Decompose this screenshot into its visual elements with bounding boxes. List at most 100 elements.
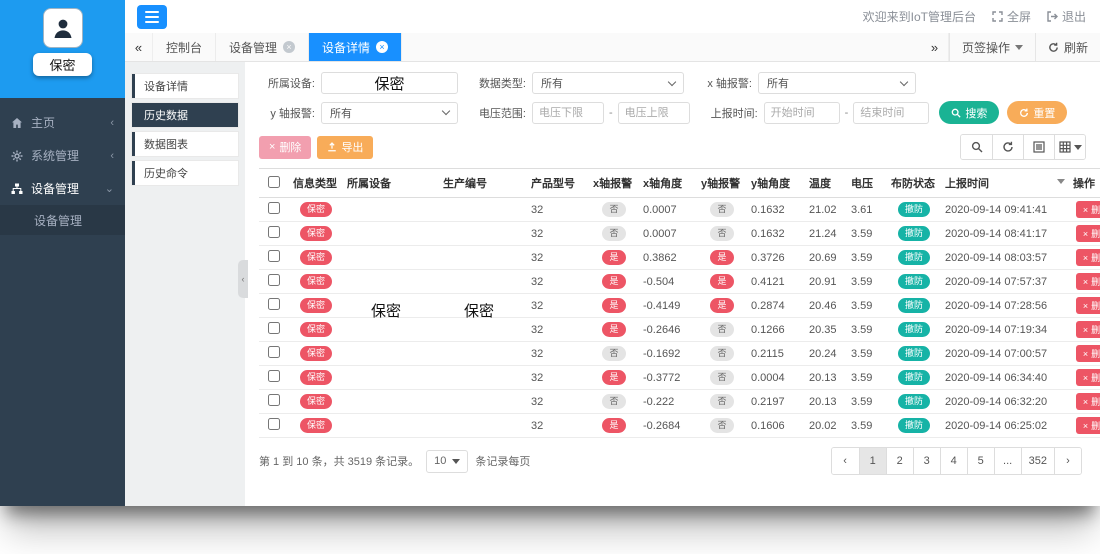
page-button[interactable]: 4	[940, 448, 967, 474]
sort-desc-icon	[1057, 179, 1065, 184]
tabs-scroll-left-button[interactable]: «	[125, 33, 153, 61]
report-time-header[interactable]: 上报时间	[941, 169, 1069, 198]
arm-status-badge: 撤防	[898, 202, 930, 217]
page-size-select[interactable]: 10	[426, 450, 468, 473]
avatar[interactable]	[43, 8, 83, 48]
row-delete-button[interactable]: ×删除	[1076, 249, 1100, 266]
row-delete-button[interactable]: ×删除	[1076, 201, 1100, 218]
next-page-button[interactable]: ›	[1054, 448, 1081, 474]
prev-page-button[interactable]: ‹	[832, 448, 859, 474]
sidebar-item-system[interactable]: 系统管理 ‹	[0, 139, 125, 172]
app-window: 保密 主页 ‹ 系统管理 ‹ 设备管理	[0, 0, 1100, 506]
export-button[interactable]: 导出	[317, 136, 373, 159]
row-checkbox[interactable]	[268, 298, 280, 310]
row-delete-button[interactable]: ×删除	[1076, 297, 1100, 314]
row-checkbox[interactable]	[268, 274, 280, 286]
refresh-tab-button[interactable]: 刷新	[1035, 33, 1100, 61]
tabs-scroll-right-button[interactable]: »	[921, 33, 949, 61]
end-time-input[interactable]	[853, 102, 929, 124]
y-angle-cell: 0.1266	[747, 318, 805, 342]
detail-subnav: 设备详情 历史数据 数据图表 历史命令	[125, 62, 245, 506]
logout-button[interactable]: 退出	[1047, 8, 1086, 25]
select-all-checkbox[interactable]	[268, 176, 280, 188]
x-alarm-badge: 是	[602, 274, 625, 289]
device-filter-input[interactable]	[321, 72, 458, 94]
person-icon	[51, 16, 75, 40]
y-angle-cell: 0.1632	[747, 222, 805, 246]
close-icon[interactable]: ×	[376, 41, 388, 53]
y-alarm-badge: 是	[710, 298, 733, 313]
device-filter-label: 所属设备:	[259, 75, 315, 91]
row-checkbox[interactable]	[268, 418, 280, 430]
row-delete-button[interactable]: ×删除	[1076, 369, 1100, 386]
report-time-label: 上报时间:	[702, 105, 758, 121]
row-delete-button[interactable]: ×删除	[1076, 273, 1100, 290]
subnav-item-history-command[interactable]: 历史命令	[132, 161, 238, 185]
start-time-input[interactable]	[764, 102, 840, 124]
row-delete-button[interactable]: ×删除	[1076, 225, 1100, 242]
page-button[interactable]: 1	[859, 448, 886, 474]
voltage-max-input[interactable]	[618, 102, 690, 124]
close-icon[interactable]: ×	[283, 41, 295, 53]
tab-console[interactable]: 控制台	[153, 33, 216, 61]
arm-status-badge: 撤防	[898, 226, 930, 241]
row-checkbox[interactable]	[268, 346, 280, 358]
device-cell	[343, 366, 439, 390]
device-cell	[343, 222, 439, 246]
temperature-cell: 20.35	[805, 318, 847, 342]
row-delete-button[interactable]: ×删除	[1076, 321, 1100, 338]
fullscreen-button[interactable]: 全屏	[992, 8, 1031, 25]
checkbox-cell	[259, 198, 289, 222]
y-alarm-cell: 否	[697, 222, 747, 246]
tab-device-detail[interactable]: 设备详情 ×	[309, 33, 402, 61]
row-checkbox[interactable]	[268, 250, 280, 262]
checkbox-cell	[259, 414, 289, 438]
page-button[interactable]: 3	[913, 448, 940, 474]
row-checkbox[interactable]	[268, 322, 280, 334]
page-button[interactable]: 2	[886, 448, 913, 474]
data-type-select[interactable]: 所有	[532, 72, 684, 94]
delete-label: 删除	[1091, 347, 1100, 360]
subnav-item-data-chart[interactable]: 数据图表	[132, 132, 238, 156]
table-refresh-button[interactable]	[992, 135, 1023, 159]
row-delete-button[interactable]: ×删除	[1076, 393, 1100, 410]
x-alarm-filter-label: x 轴报警:	[696, 75, 752, 91]
menu-toggle-button[interactable]	[137, 5, 167, 29]
page-button[interactable]: 352	[1021, 448, 1054, 474]
arm-status-badge: 撤防	[898, 322, 930, 337]
delete-selected-button[interactable]: × 删除	[259, 136, 311, 159]
search-button[interactable]: 搜索	[939, 101, 999, 124]
tab-operations-dropdown[interactable]: 页签操作	[949, 33, 1035, 61]
x-alarm-cell: 否	[589, 342, 639, 366]
row-delete-button[interactable]: ×删除	[1076, 417, 1100, 434]
reset-button[interactable]: 重置	[1007, 101, 1067, 124]
row-checkbox[interactable]	[268, 370, 280, 382]
page-button[interactable]: 5	[967, 448, 994, 474]
x-alarm-select[interactable]: 所有	[758, 72, 916, 94]
subnav-item-history-data[interactable]: 历史数据	[132, 103, 238, 127]
sidebar-item-home[interactable]: 主页 ‹	[0, 106, 125, 139]
row-checkbox[interactable]	[268, 202, 280, 214]
row-checkbox[interactable]	[268, 394, 280, 406]
voltage-cell: 3.59	[847, 390, 887, 414]
y-alarm-badge: 是	[710, 274, 733, 289]
y-alarm-select[interactable]: 所有	[321, 102, 458, 124]
table-row: 保密32否0.0007否0.163221.023.61撤防2020-09-14 …	[259, 198, 1100, 222]
filter-row-1: 所属设备: 数据类型: 所有 x 轴报警: 所有	[259, 72, 1086, 94]
sidebar-item-device[interactable]: 设备管理 ⌄	[0, 172, 125, 205]
caret-down-icon	[1074, 145, 1082, 150]
panel-collapse-handle[interactable]: ‹	[238, 260, 248, 298]
row-delete-button[interactable]: ×删除	[1076, 345, 1100, 362]
x-icon: ×	[1083, 229, 1088, 239]
row-checkbox[interactable]	[268, 226, 280, 238]
subnav-item-device-detail[interactable]: 设备详情	[132, 74, 238, 98]
page-ellipsis[interactable]: ...	[994, 448, 1021, 474]
table-search-button[interactable]	[961, 135, 992, 159]
tab-device-manage[interactable]: 设备管理 ×	[216, 33, 309, 61]
card-view-button[interactable]	[1023, 135, 1054, 159]
serial-cell	[439, 342, 527, 366]
voltage-min-input[interactable]	[532, 102, 604, 124]
table-toolbar: × 删除 导出	[259, 134, 1086, 160]
columns-button[interactable]	[1054, 135, 1085, 159]
sidebar-subitem-device-manage[interactable]: 设备管理	[0, 205, 125, 235]
